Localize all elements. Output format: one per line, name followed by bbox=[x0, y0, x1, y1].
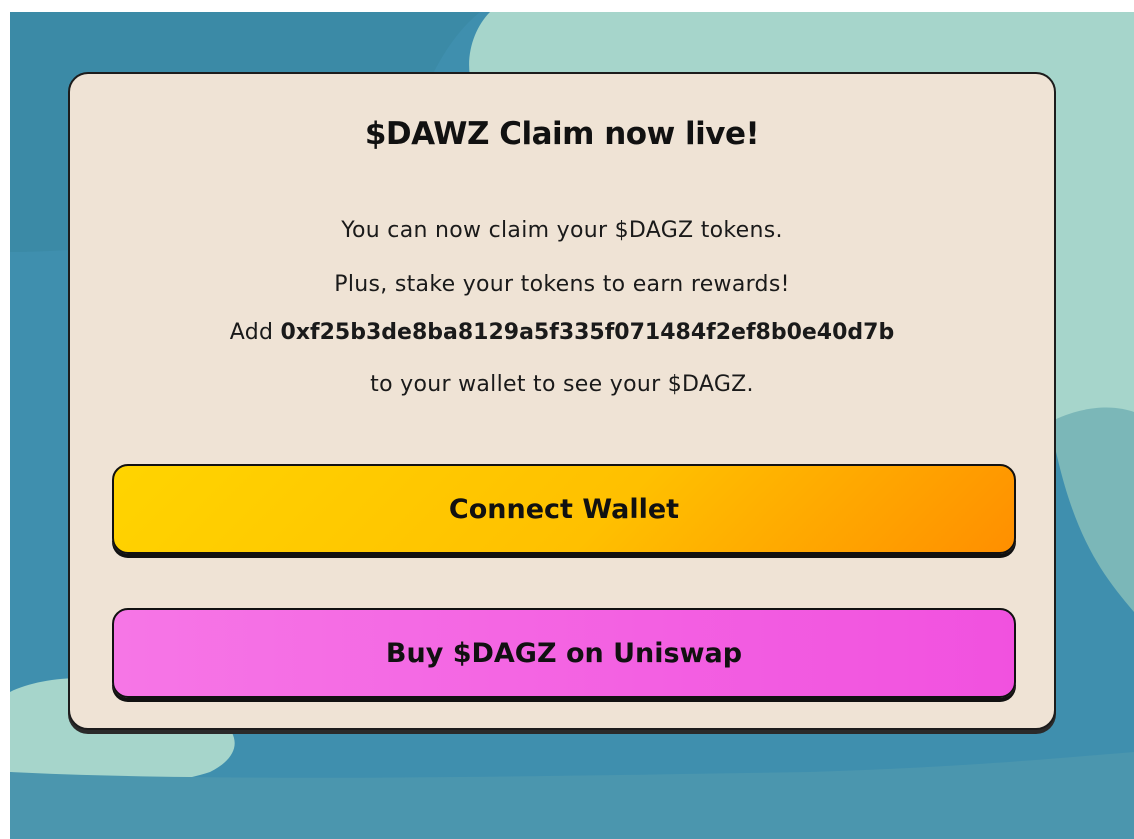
add-token-message: Add 0xf25b3de8ba8129a5f335f071484f2ef8b0… bbox=[70, 320, 1054, 345]
stake-message: Plus, stake your tokens to earn rewards! bbox=[334, 272, 790, 297]
wallet-message: to your wallet to see your $DAGZ. bbox=[370, 372, 754, 397]
background-scene: $DAWZ Claim now live! You can now claim … bbox=[10, 12, 1134, 839]
connect-wallet-button[interactable]: Connect Wallet bbox=[112, 464, 1016, 554]
claim-modal: $DAWZ Claim now live! You can now claim … bbox=[68, 72, 1056, 730]
token-contract-address: 0xf25b3de8ba8129a5f335f071484f2ef8b0e40d… bbox=[280, 320, 895, 345]
buy-on-uniswap-button[interactable]: Buy $DAGZ on Uniswap bbox=[112, 608, 1016, 698]
modal-title: $DAWZ Claim now live! bbox=[364, 116, 760, 152]
add-token-prefix: Add bbox=[229, 320, 274, 345]
claim-message: You can now claim your $DAGZ tokens. bbox=[341, 218, 783, 243]
